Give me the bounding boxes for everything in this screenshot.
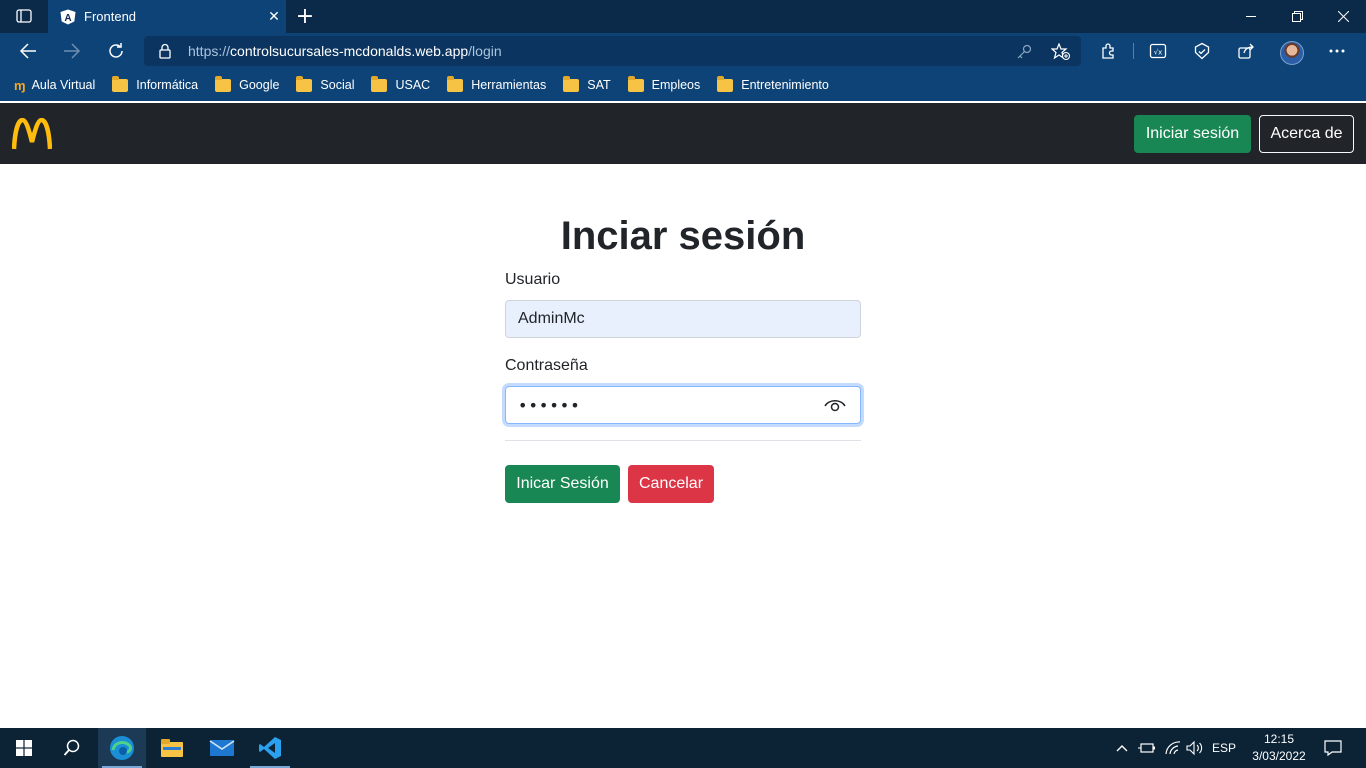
forward-arrow-icon[interactable] [58,37,86,65]
login-submit-button[interactable]: Inicar Sesión [505,465,620,503]
bookmark-herramientas[interactable]: Herramientas [447,75,546,92]
profile-avatar[interactable] [1280,41,1304,65]
windows-start-icon[interactable] [0,728,48,768]
bookmark-social[interactable]: Social [296,75,354,92]
bookmarks-bar: ɱ Aula Virtual Informática Google Social … [0,69,1366,101]
svg-text:√x: √x [1154,49,1163,57]
windows-taskbar: ESP 12:15 3/03/2022 [0,728,1366,768]
add-favorite-icon[interactable] [1050,41,1072,63]
address-bar[interactable]: https://controlsucursales-mcdonalds.web.… [144,36,1081,66]
new-tab-icon[interactable]: + [292,4,318,29]
folder-icon [296,75,313,92]
bookmark-entretenimiento[interactable]: Entretenimiento [717,75,829,92]
math-solver-icon[interactable]: √x [1145,38,1171,64]
folder-icon [447,75,464,92]
username-label: Usuario [505,271,561,288]
system-clock[interactable]: 12:15 3/03/2022 [1252,731,1306,765]
folder-icon [215,75,232,92]
navbar-about-button[interactable]: Acerca de [1259,115,1354,153]
site-navbar: Iniciar sesión Acerca de [0,103,1366,164]
show-password-eye-icon[interactable] [824,397,846,413]
search-icon[interactable] [48,728,96,768]
cancel-button[interactable]: Cancelar [628,465,714,503]
file-explorer-icon[interactable] [148,728,196,768]
bookmark-empleos[interactable]: Empleos [627,75,700,92]
password-label: Contraseña [505,357,588,374]
clock-date: 3/03/2022 [1252,749,1306,763]
form-divider [505,440,861,441]
window-controls [1228,0,1366,33]
bookmark-sat[interactable]: SAT [563,75,611,92]
url-text[interactable]: https://controlsucursales-mcdonalds.web.… [188,43,502,59]
volume-icon[interactable] [1184,728,1206,768]
browser-toolbar: https://controlsucursales-mcdonalds.web.… [0,33,1366,69]
wifi-icon[interactable] [1162,728,1184,768]
password-input[interactable] [506,387,806,423]
share-icon[interactable] [1233,38,1259,64]
navbar-login-button[interactable]: Iniciar sesión [1134,115,1251,153]
svg-text:A: A [64,13,71,24]
password-field[interactable] [505,386,861,424]
notifications-icon[interactable] [1316,728,1350,768]
show-hidden-icons-chevron-icon[interactable] [1112,728,1132,768]
battery-icon[interactable] [1136,728,1158,768]
tab-title: Frontend [84,9,137,24]
restore-icon[interactable] [1274,0,1320,33]
mcdonalds-logo-icon[interactable] [12,118,52,150]
moodle-icon: ɱ [14,77,26,93]
toolbar-separator [1133,43,1134,59]
bookmark-aula-virtual[interactable]: ɱ Aula Virtual [14,78,95,93]
minimize-icon[interactable] [1228,0,1274,33]
language-indicator[interactable]: ESP [1210,728,1238,768]
bookmark-informatica[interactable]: Informática [112,75,198,92]
folder-icon [717,75,734,92]
folder-icon [563,75,580,92]
username-input[interactable] [505,300,861,338]
bookmark-usac[interactable]: USAC [371,75,430,92]
tab-actions-icon[interactable] [12,6,36,26]
close-tab-icon[interactable]: ✕ [262,5,286,29]
refresh-icon[interactable] [102,37,130,65]
folder-icon [627,75,644,92]
lock-icon[interactable] [158,43,172,59]
browser-essentials-icon[interactable] [1189,38,1215,64]
more-options-icon[interactable] [1324,38,1350,64]
page-title: Inciar sesión [560,214,806,258]
close-window-icon[interactable] [1320,0,1366,33]
browser-tab-bar: A Frontend ✕ + [0,0,1366,33]
extensions-icon[interactable] [1096,38,1122,64]
vscode-icon[interactable] [246,728,294,768]
clock-time: 12:15 [1263,732,1295,746]
browser-tab-frontend[interactable]: A Frontend ✕ [48,0,286,33]
folder-icon [371,75,388,92]
bookmark-google[interactable]: Google [215,75,279,92]
folder-icon [112,75,129,92]
edge-browser-icon[interactable] [98,728,146,768]
angular-icon: A [60,9,76,24]
mail-icon[interactable] [198,728,246,768]
back-arrow-icon[interactable] [14,37,42,65]
key-icon[interactable] [1013,41,1035,63]
